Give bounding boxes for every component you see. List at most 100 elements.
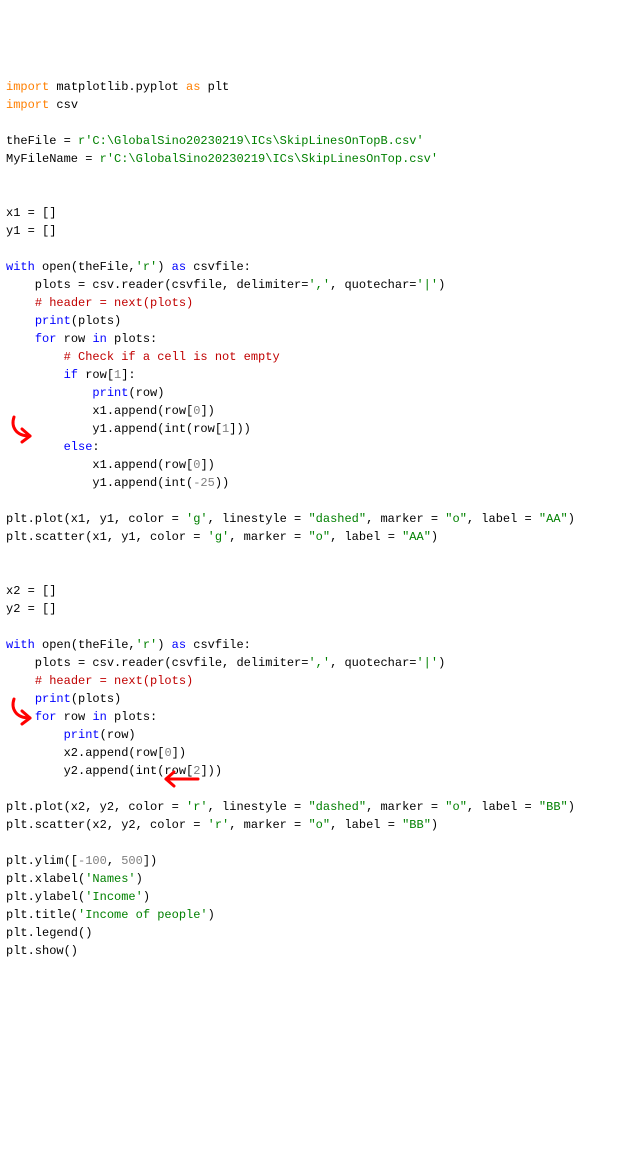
code-token: ]) <box>172 746 186 760</box>
code-token: "AA" <box>539 512 568 526</box>
code-line: y1.append(int(-25)) <box>6 474 629 492</box>
code-token: , label = <box>330 818 402 832</box>
code-token: , <box>107 854 121 868</box>
code-token: MyFileName = <box>6 152 100 166</box>
code-token: "o" <box>308 818 330 832</box>
code-token: for <box>35 332 57 346</box>
code-token: -25 <box>193 476 215 490</box>
code-line: with open(theFile,'r') as csvfile: <box>6 636 629 654</box>
code-line: plots = csv.reader(csvfile, delimiter=',… <box>6 654 629 672</box>
code-token: matplotlib.pyplot <box>49 80 186 94</box>
code-token: 'Income' <box>85 890 143 904</box>
code-token: csvfile: <box>186 638 251 652</box>
code-token: open(theFile, <box>35 638 136 652</box>
code-token: 'g' <box>208 530 230 544</box>
code-line: print(row) <box>6 726 629 744</box>
code-token: 500 <box>121 854 143 868</box>
code-token: x1.append(row[ <box>6 458 193 472</box>
code-token: , label = <box>330 530 402 544</box>
code-token: with <box>6 260 35 274</box>
code-token: import <box>6 98 49 112</box>
code-token: "o" <box>308 530 330 544</box>
code-token: # Check if a cell is not empty <box>64 350 280 364</box>
code-line: y2.append(int(row[2])) <box>6 762 629 780</box>
code-token: open(theFile, <box>35 260 136 274</box>
code-token: "BB" <box>402 818 431 832</box>
code-token: plt.legend() <box>6 926 92 940</box>
code-token <box>6 692 35 706</box>
code-line: # Check if a cell is not empty <box>6 348 629 366</box>
code-token: 'r' <box>136 260 158 274</box>
code-token: plt.scatter(x1, y1, color = <box>6 530 208 544</box>
code-line: plt.show() <box>6 942 629 960</box>
code-line <box>6 834 629 852</box>
code-token: y1 = [] <box>6 224 56 238</box>
code-token: 0 <box>164 746 171 760</box>
code-line: x2.append(row[0]) <box>6 744 629 762</box>
code-token: (plots) <box>71 314 121 328</box>
code-line: plt.plot(x1, y1, color = 'g', linestyle … <box>6 510 629 528</box>
code-token: ) <box>157 638 171 652</box>
code-token: "o" <box>445 800 467 814</box>
code-token: ) <box>136 872 143 886</box>
code-token: as <box>172 638 186 652</box>
code-line: y1.append(int(row[1])) <box>6 420 629 438</box>
code-token: ) <box>438 278 445 292</box>
code-token: ) <box>568 800 575 814</box>
code-token: x2 = [] <box>6 584 56 598</box>
code-token: ) <box>431 818 438 832</box>
code-line <box>6 546 629 564</box>
code-token: print <box>92 386 128 400</box>
code-token: plt.scatter(x2, y2, color = <box>6 818 208 832</box>
code-token: if <box>64 368 78 382</box>
code-token: , quotechar= <box>330 656 416 670</box>
code-token <box>6 296 35 310</box>
code-token: (row) <box>128 386 164 400</box>
code-token: row <box>56 710 92 724</box>
code-token: ) <box>143 890 150 904</box>
code-line: x1 = [] <box>6 204 629 222</box>
code-token: '|' <box>416 278 438 292</box>
code-line: import csv <box>6 96 629 114</box>
code-line: x1.append(row[0]) <box>6 402 629 420</box>
code-token: ])) <box>229 422 251 436</box>
code-token: as <box>172 260 186 274</box>
code-token: , marker = <box>366 800 445 814</box>
code-line: x1.append(row[0]) <box>6 456 629 474</box>
code-token: 'Names' <box>85 872 135 886</box>
code-line: y2 = [] <box>6 600 629 618</box>
code-token <box>6 674 35 688</box>
code-token: "BB" <box>539 800 568 814</box>
code-token <box>6 368 64 382</box>
code-token: ) <box>157 260 171 274</box>
code-token: , linestyle = <box>208 512 309 526</box>
code-line: for row in plots: <box>6 330 629 348</box>
code-token: 'Income of people' <box>78 908 208 922</box>
code-token: r'C:\GlobalSino20230219\ICs\SkipLinesOnT… <box>78 134 424 148</box>
code-line: plt.scatter(x2, y2, color = 'r', marker … <box>6 816 629 834</box>
code-token: plots: <box>107 332 157 346</box>
code-token: y1.append(int(row[ <box>6 422 222 436</box>
code-line: # header = next(plots) <box>6 672 629 690</box>
code-token: as <box>186 80 200 94</box>
code-token: , label = <box>467 512 539 526</box>
code-token: : <box>92 440 99 454</box>
code-token: print <box>35 314 71 328</box>
code-token: , marker = <box>366 512 445 526</box>
code-line: if row[1]: <box>6 366 629 384</box>
code-line: x2 = [] <box>6 582 629 600</box>
code-token: ]) <box>143 854 157 868</box>
code-line <box>6 492 629 510</box>
code-token: 'r' <box>208 818 230 832</box>
code-line: plt.legend() <box>6 924 629 942</box>
code-line: plt.title('Income of people') <box>6 906 629 924</box>
code-line: else: <box>6 438 629 456</box>
code-line: print(plots) <box>6 690 629 708</box>
code-token: plt.xlabel( <box>6 872 85 886</box>
code-token: ]: <box>121 368 135 382</box>
code-line: print(plots) <box>6 312 629 330</box>
code-token: , marker = <box>229 818 308 832</box>
code-token <box>6 350 64 364</box>
code-block: import matplotlib.pyplot as pltimport cs… <box>6 78 629 960</box>
code-token: "dashed" <box>308 512 366 526</box>
